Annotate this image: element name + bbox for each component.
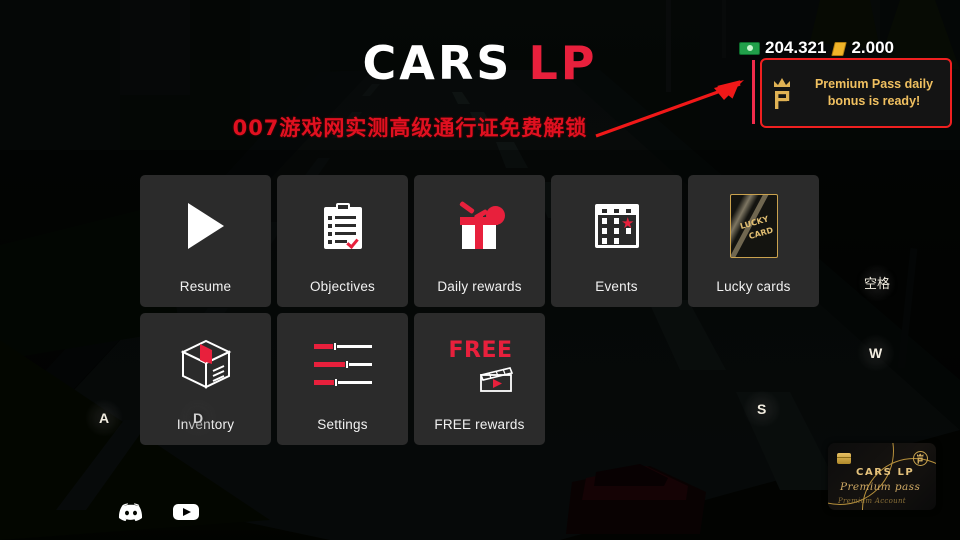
menu-tile-label: Lucky cards bbox=[716, 279, 791, 294]
key-hint-a: A bbox=[84, 399, 124, 437]
youtube-icon[interactable] bbox=[172, 502, 200, 527]
notification-line-1: Premium Pass daily bbox=[814, 77, 934, 92]
free-badge-text: FREE bbox=[448, 338, 513, 363]
banknote-icon bbox=[739, 41, 760, 55]
currency-bar: 204.321 2.000 bbox=[739, 38, 894, 58]
play-icon bbox=[140, 175, 271, 277]
sliders-icon bbox=[277, 313, 408, 415]
menu-tile-free-rewards[interactable]: FREE FREE rewards bbox=[414, 313, 545, 445]
menu-tile-label: Settings bbox=[317, 417, 368, 432]
premium-pass-card[interactable]: CARS LP Premium pass Premium Account bbox=[828, 443, 936, 510]
menu-tile-objectives[interactable]: Objectives bbox=[277, 175, 408, 307]
gold-bar-icon bbox=[831, 41, 846, 55]
key-hint-space: 空格 bbox=[857, 263, 897, 302]
notification-badge-dot bbox=[485, 206, 505, 225]
menu-tile-label: Events bbox=[595, 279, 638, 294]
menu-tile-label: Objectives bbox=[309, 279, 376, 294]
notification-side-bar bbox=[752, 60, 755, 124]
calendar-star-icon: ★ bbox=[551, 175, 682, 277]
discord-icon[interactable] bbox=[118, 502, 144, 527]
notification-line-2: bonus is ready! bbox=[827, 94, 921, 108]
clapperboard-icon: FREE bbox=[414, 313, 545, 415]
clipboard-check-icon bbox=[277, 175, 408, 277]
menu-tile-daily-rewards[interactable]: Daily rewards bbox=[414, 175, 545, 307]
gold-amount: 2.000 bbox=[851, 38, 894, 57]
menu-tile-events[interactable]: ★ Events bbox=[551, 175, 682, 307]
menu-tile-label: FREE rewards bbox=[434, 417, 525, 432]
menu-tile-label: Daily rewards bbox=[437, 279, 522, 294]
main-menu-grid: Resume Objectives Daily rewards ★ Events… bbox=[140, 175, 819, 445]
watermark-text: 007游戏网实测高级通行证免费解锁 bbox=[232, 116, 588, 140]
lucky-card-icon: LUCKY CARD bbox=[688, 175, 819, 277]
key-hint-s: S bbox=[742, 390, 782, 428]
card-subtitle-text: Premium pass bbox=[840, 481, 921, 493]
crown-p-icon bbox=[762, 76, 806, 110]
card-footnote-text: Premium Account bbox=[838, 497, 906, 505]
crown-p-seal-icon bbox=[913, 451, 928, 466]
cash-amount: 204.321 bbox=[765, 38, 827, 57]
menu-tile-lucky-cards[interactable]: LUCKY CARD Lucky cards bbox=[688, 175, 819, 307]
card-chip-icon bbox=[837, 453, 851, 464]
gift-box-icon bbox=[414, 175, 545, 277]
key-hint-d: D bbox=[178, 399, 218, 437]
menu-tile-label: Resume bbox=[179, 279, 232, 294]
menu-tile-resume[interactable]: Resume bbox=[140, 175, 271, 307]
notification-text: Premium Pass daily bonus is ready! bbox=[806, 76, 950, 110]
menu-tile-settings[interactable]: Settings bbox=[277, 313, 408, 445]
key-hint-w: W bbox=[856, 334, 896, 372]
card-brand-text: CARS LP bbox=[856, 467, 915, 478]
premium-pass-notification[interactable]: Premium Pass daily bonus is ready! bbox=[760, 58, 952, 128]
social-links bbox=[118, 502, 200, 527]
